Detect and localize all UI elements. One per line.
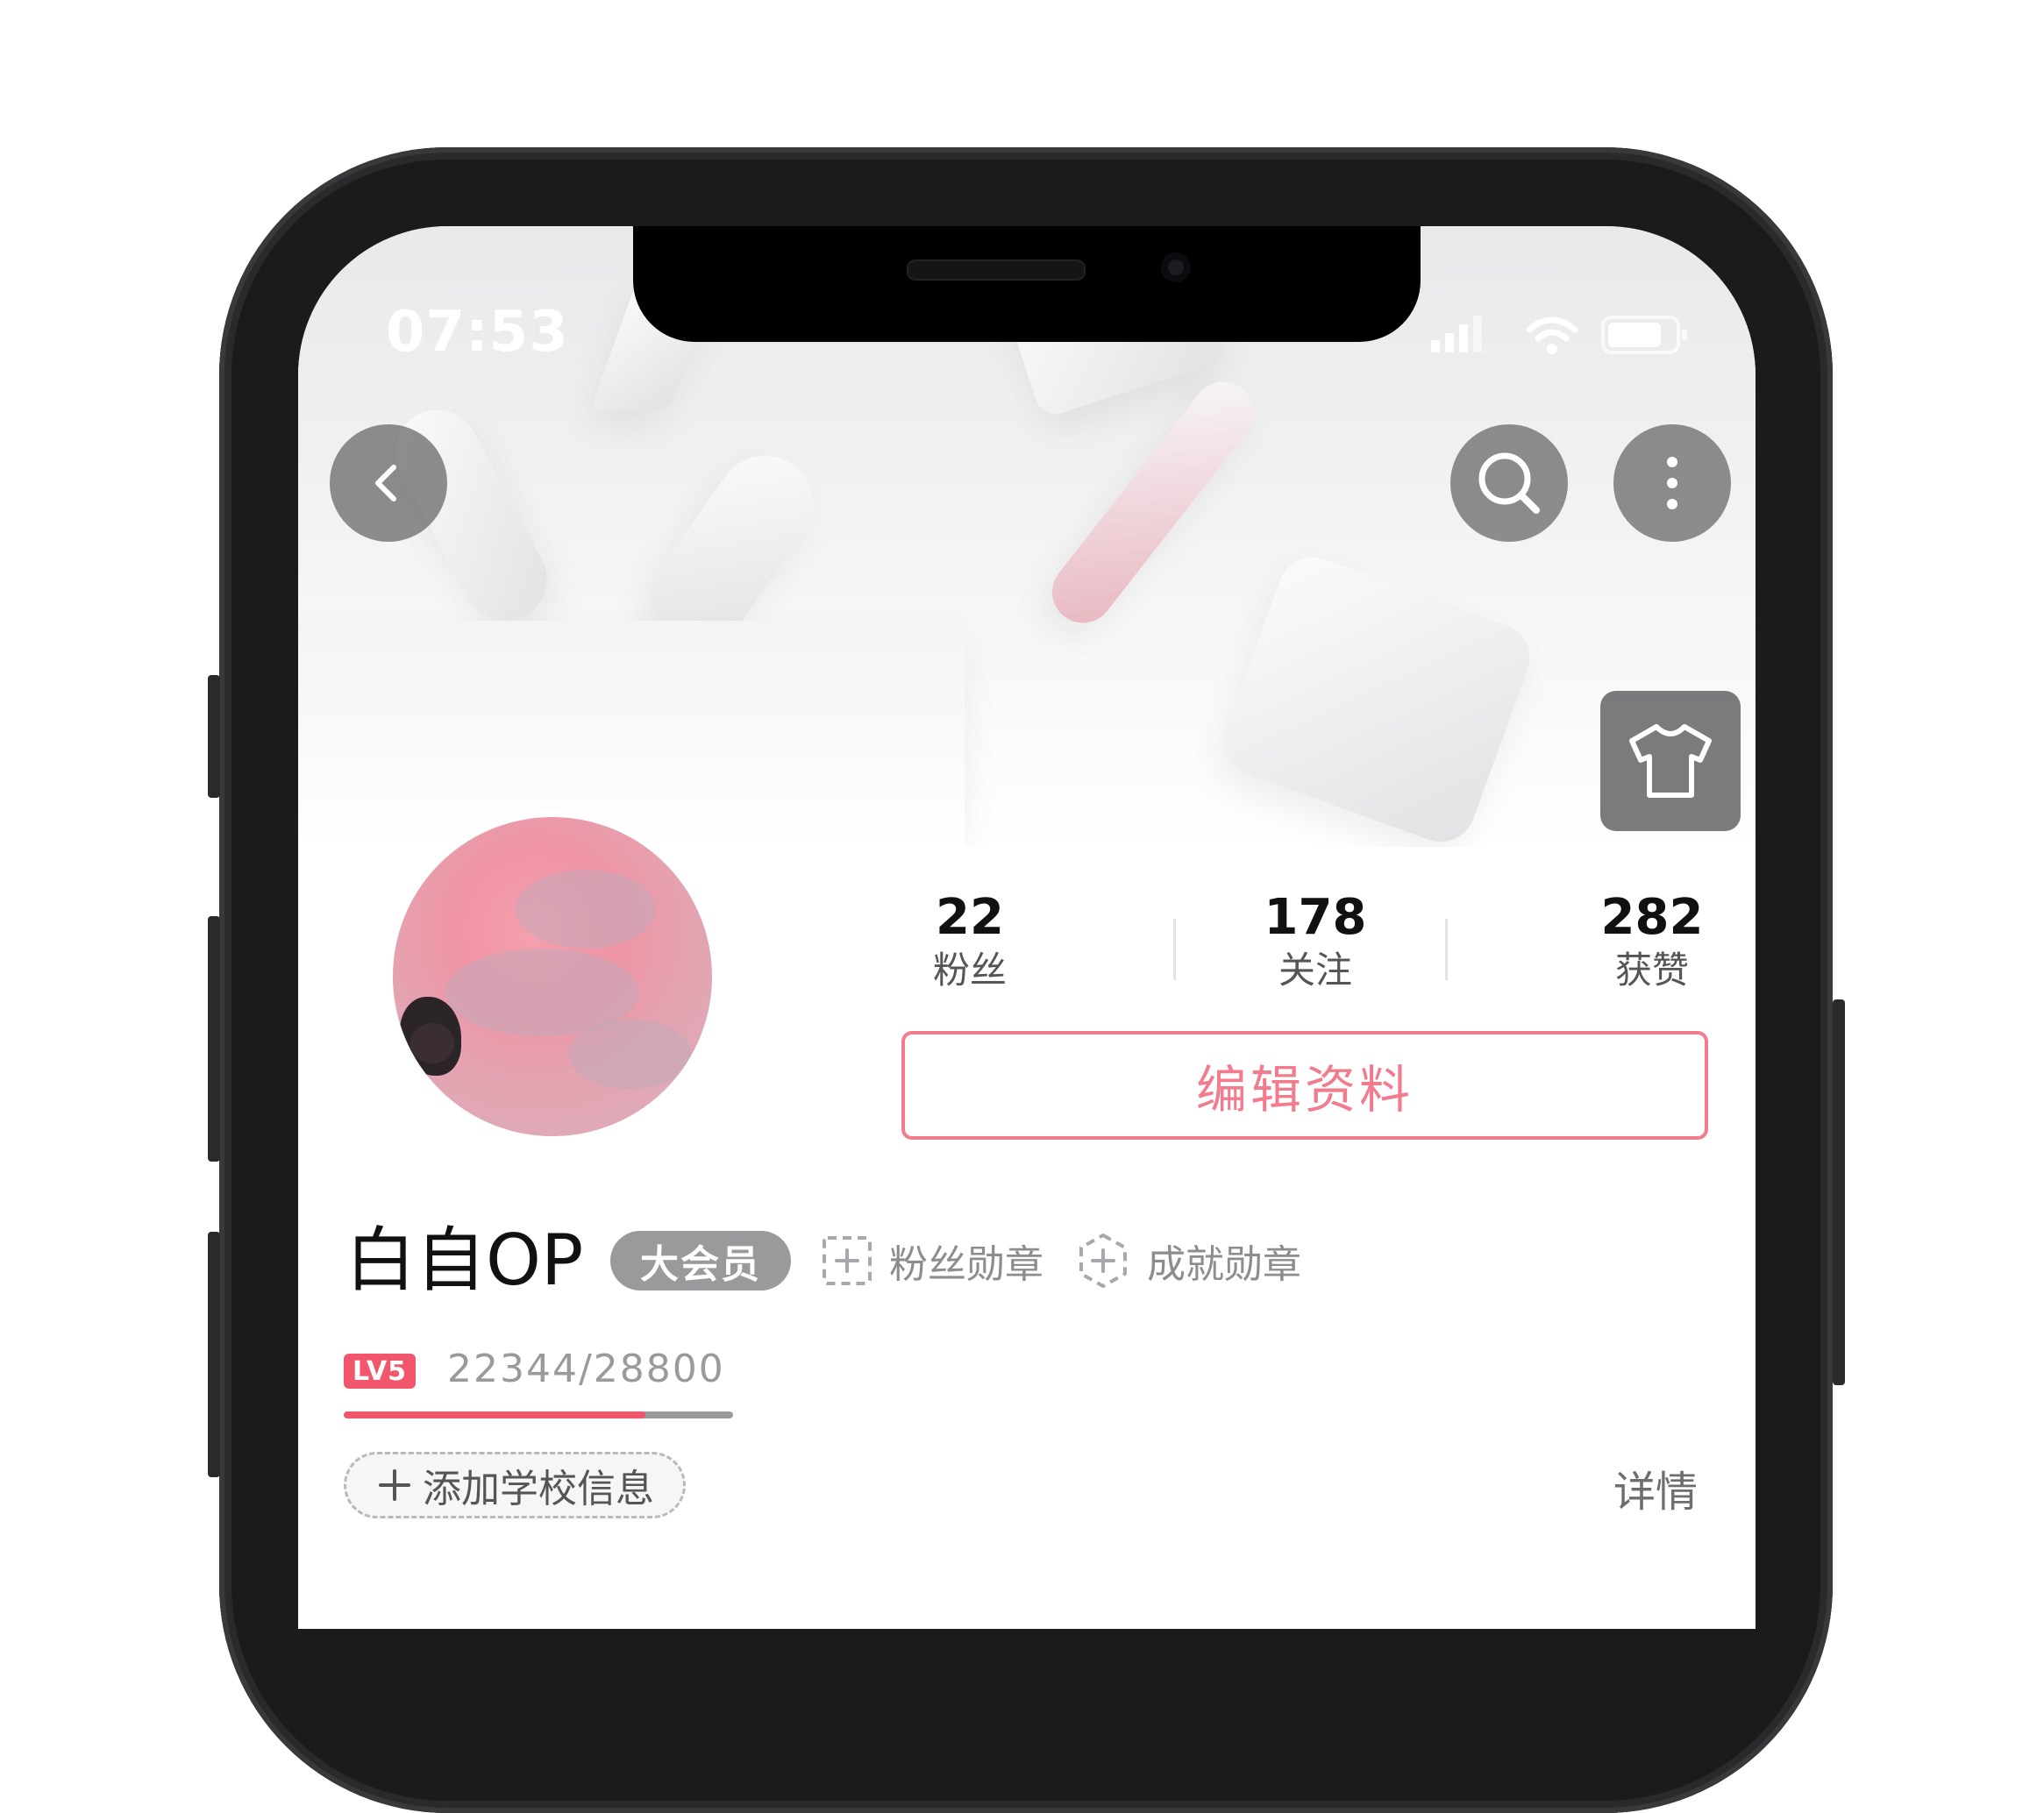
side-button-mute: [208, 675, 220, 798]
stat-likes[interactable]: 282 获赞: [1547, 889, 1756, 994]
level-badge: LV5: [344, 1354, 416, 1389]
status-icons: [1431, 316, 1687, 354]
stat-divider: [1173, 919, 1176, 980]
username: 白自OP: [345, 1219, 584, 1301]
stat-following[interactable]: 178 关注: [1210, 889, 1421, 994]
signal-icon: [1431, 316, 1482, 352]
stat-fans[interactable]: 22 粉丝: [865, 889, 1075, 994]
avatar[interactable]: [386, 810, 719, 1143]
side-button-power: [1833, 999, 1845, 1385]
achievement-medal-label: 成就勋章: [1147, 1242, 1301, 1287]
stat-likes-label: 获赞: [1614, 949, 1689, 992]
side-button-volume-up: [208, 916, 220, 1162]
stat-following-value: 178: [1264, 889, 1367, 946]
experience-bar-fill: [344, 1411, 646, 1418]
side-button-volume-down: [208, 1232, 220, 1477]
more-button[interactable]: [1613, 424, 1731, 542]
speaker: [907, 260, 1086, 281]
more-vertical-icon: [1667, 457, 1677, 509]
back-button[interactable]: [330, 424, 447, 542]
tshirt-icon: [1629, 724, 1712, 798]
stat-fans-label: 粉丝: [932, 949, 1007, 992]
front-camera: [1161, 252, 1191, 282]
search-button[interactable]: [1450, 424, 1568, 542]
wifi-icon: [1526, 316, 1578, 354]
phone-screen: 07:53 22 粉丝 178 关注 282 获赞 编辑资料 白自OP 大会员 …: [298, 226, 1756, 1629]
achievement-medal-button[interactable]: 成就勋章: [1075, 1231, 1301, 1290]
stat-divider: [1445, 919, 1448, 980]
avatar-tree: [410, 1023, 454, 1063]
battery-icon: [1601, 316, 1687, 354]
add-school-label: 添加学校信息: [423, 1467, 654, 1511]
search-icon: [1478, 452, 1540, 514]
notch: [633, 226, 1421, 342]
stat-following-label: 关注: [1278, 949, 1352, 992]
detail-link[interactable]: 详情: [1613, 1457, 1698, 1518]
plus-icon: [379, 1469, 410, 1501]
fan-medal-label: 粉丝勋章: [889, 1242, 1043, 1287]
stat-fans-value: 22: [936, 889, 1004, 946]
chevron-left-icon: [375, 465, 396, 501]
achievement-medal-icon: [1079, 1234, 1127, 1288]
vip-badge[interactable]: 大会员: [610, 1231, 791, 1290]
stat-likes-value: 282: [1600, 889, 1704, 946]
experience-bar: [344, 1411, 733, 1418]
fan-medal-button[interactable]: 粉丝勋章: [821, 1231, 1043, 1290]
add-school-button[interactable]: 添加学校信息: [344, 1452, 686, 1518]
fan-medal-icon: [823, 1236, 872, 1285]
experience-text: 22344/28800: [447, 1347, 725, 1391]
skin-button[interactable]: [1600, 691, 1741, 831]
edit-profile-button[interactable]: 编辑资料: [901, 1031, 1708, 1140]
status-time: 07:53: [386, 300, 569, 365]
